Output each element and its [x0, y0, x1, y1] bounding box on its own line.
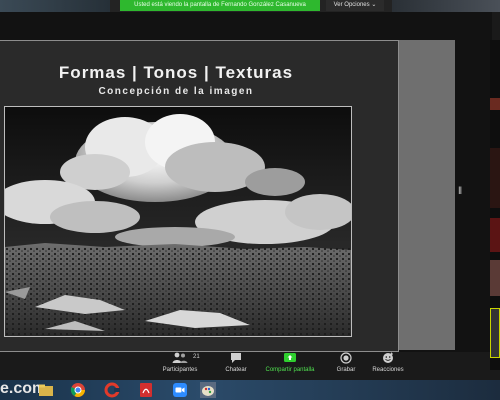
- share-screen-icon: [284, 353, 296, 362]
- participant-thumbnail-active[interactable]: [490, 308, 500, 358]
- share-banner: Usted está viendo la pantalla de Fernand…: [120, 0, 320, 11]
- participant-thumbnail[interactable]: [490, 260, 500, 296]
- paint-icon[interactable]: [200, 382, 216, 398]
- top-bar: Usted está viendo la pantalla de Fernand…: [0, 0, 500, 12]
- landscape-photo-graphic: [5, 107, 351, 336]
- participants-count: 21: [193, 354, 200, 360]
- os-taskbar: e.com: [0, 380, 500, 400]
- chevron-down-icon: ⌄: [371, 2, 377, 8]
- zoom-icon[interactable]: [172, 382, 188, 398]
- chrome-icon[interactable]: [70, 382, 86, 398]
- chat-icon: [231, 353, 241, 363]
- record-button[interactable]: Grabar: [328, 352, 364, 380]
- record-label: Grabar: [336, 367, 356, 373]
- slide-subtitle: Concepción de la imagen: [98, 86, 254, 97]
- slide-side-panel: [399, 40, 455, 350]
- view-options-label: Ver Opciones: [333, 2, 370, 8]
- ccleaner-icon[interactable]: [104, 382, 120, 398]
- meeting-toolbar: 21 Participantes Chatear Compartir panta…: [160, 352, 410, 380]
- share-screen-label: Compartir pantalla: [265, 367, 315, 373]
- reactions-label: Reacciones: [372, 367, 404, 373]
- record-icon: [340, 352, 352, 364]
- window-strip-left: [0, 0, 110, 12]
- chat-button[interactable]: Chatear: [218, 352, 254, 380]
- drag-handle-icon[interactable]: ‖: [458, 186, 462, 202]
- shared-slide: Formas | Tonos | Texturas Concepción de …: [0, 40, 399, 352]
- chat-label: Chatear: [225, 367, 247, 373]
- participants-strip[interactable]: [490, 40, 500, 370]
- participant-thumbnail[interactable]: [490, 218, 500, 252]
- participants-button[interactable]: 21 Participantes: [160, 352, 200, 380]
- slide-title: Formas | Tonos | Texturas: [58, 63, 294, 82]
- participants-label: Participantes: [162, 367, 198, 373]
- participant-thumbnail[interactable]: [490, 98, 500, 110]
- window-strip-right: [392, 0, 500, 12]
- pdf-icon[interactable]: [138, 382, 154, 398]
- view-options-button[interactable]: Ver Opciones ⌄: [326, 0, 384, 11]
- participant-thumbnail[interactable]: [490, 148, 500, 208]
- participants-icon: [172, 352, 188, 363]
- share-screen-button[interactable]: Compartir pantalla: [260, 352, 320, 380]
- reactions-icon: [383, 352, 393, 363]
- landscape-photo: [4, 106, 352, 337]
- folder-icon[interactable]: [38, 382, 54, 398]
- reactions-button[interactable]: Reacciones: [366, 352, 410, 380]
